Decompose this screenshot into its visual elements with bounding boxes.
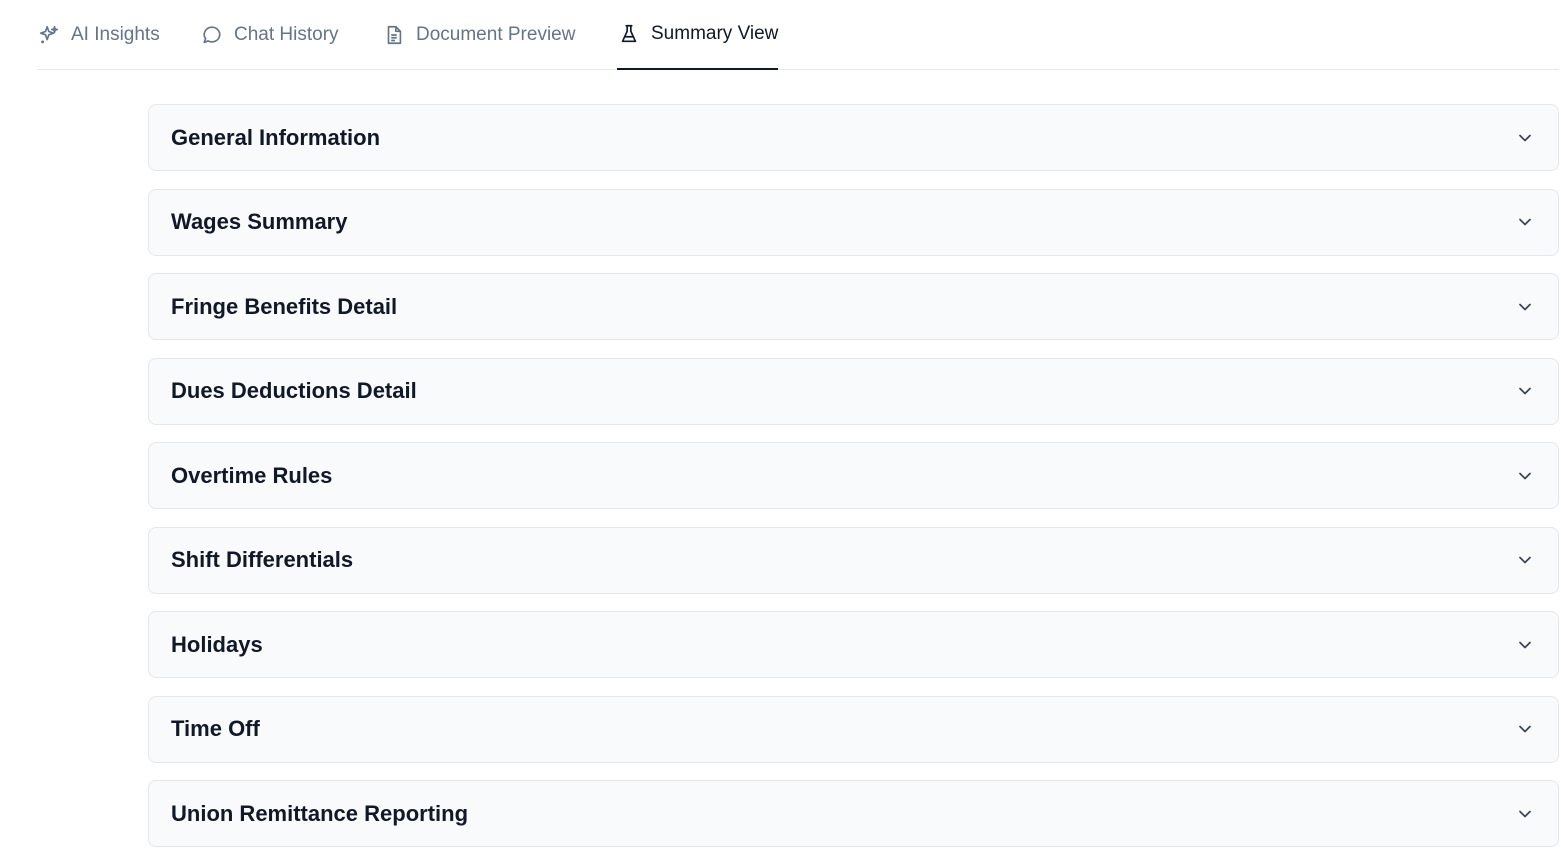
- tab-label: Document Preview: [416, 24, 576, 45]
- section-title: Shift Differentials: [171, 547, 354, 572]
- tab-summary-view[interactable]: Summary View: [617, 0, 779, 70]
- tab-label: AI Insights: [71, 24, 160, 45]
- section-wages-summary[interactable]: Wages Summary: [148, 188, 1559, 256]
- chevron-down-icon[interactable]: [1514, 634, 1536, 656]
- section-fringe-benefits-detail[interactable]: Fringe Benefits Detail: [148, 273, 1559, 340]
- section-title: Wages Summary: [171, 209, 348, 234]
- tab-chat-history[interactable]: Chat History: [200, 0, 339, 70]
- section-title: Overtime Rules: [171, 462, 333, 488]
- chevron-down-icon[interactable]: [1514, 211, 1536, 233]
- tab-label: Chat History: [234, 24, 339, 45]
- section-title: General Information: [171, 124, 381, 150]
- chat-bubble-icon: [200, 23, 224, 47]
- section-title: Time Off: [171, 716, 260, 741]
- tab-label: Summary View: [651, 23, 779, 44]
- section-title: Union Remittance Reporting: [171, 800, 469, 826]
- sparkle-icon: [37, 23, 61, 47]
- summary-accordion: General Information Wages Summary Fringe…: [148, 104, 1559, 865]
- section-dues-deductions-detail[interactable]: Dues Deductions Detail: [148, 357, 1559, 425]
- section-title: Dues Deductions Detail: [171, 378, 417, 403]
- section-time-off[interactable]: Time Off: [148, 695, 1559, 763]
- flask-icon: [617, 22, 641, 46]
- section-union-remittance-reporting[interactable]: Union Remittance Reporting: [148, 780, 1559, 847]
- chevron-down-icon[interactable]: [1514, 380, 1536, 402]
- chevron-down-icon[interactable]: [1514, 718, 1536, 740]
- document-icon: [382, 23, 406, 47]
- section-title: Holidays: [171, 631, 263, 657]
- section-general-information[interactable]: General Information: [148, 104, 1559, 171]
- section-shift-differentials[interactable]: Shift Differentials: [148, 526, 1559, 594]
- section-holidays[interactable]: Holidays: [148, 611, 1559, 678]
- section-title: Fringe Benefits Detail: [171, 293, 398, 319]
- tab-bar: AI Insights Chat History Document Previe…: [37, 0, 1559, 70]
- section-overtime-rules[interactable]: Overtime Rules: [148, 442, 1559, 509]
- tab-ai-insights[interactable]: AI Insights: [37, 0, 160, 70]
- tab-document-preview[interactable]: Document Preview: [382, 0, 575, 70]
- chevron-down-icon[interactable]: [1514, 127, 1536, 149]
- chevron-down-icon[interactable]: [1514, 296, 1536, 318]
- chevron-down-icon[interactable]: [1514, 549, 1536, 571]
- chevron-down-icon[interactable]: [1514, 465, 1536, 487]
- chevron-down-icon[interactable]: [1514, 803, 1536, 825]
